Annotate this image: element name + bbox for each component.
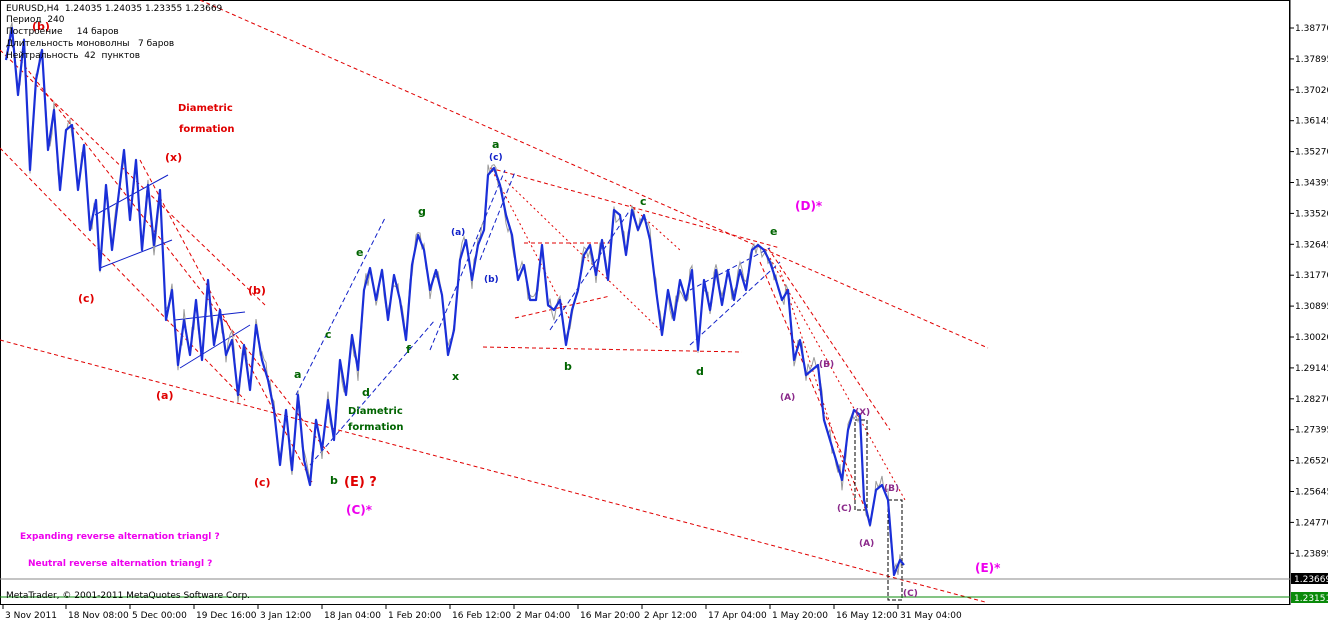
diametric-label-2b: formation <box>348 422 404 433</box>
purple-labels: (B) (A) (X) (C) (B) (A) (C) <box>780 360 918 599</box>
blue-dashed-lines <box>295 169 781 466</box>
label-E-question: (E) ? <box>344 475 377 490</box>
time-tick-label: 16 Feb 12:00 <box>452 611 511 621</box>
time-tick-label: 16 May 12:00 <box>836 611 898 621</box>
price-tick-label: 1.28270 <box>1295 395 1328 405</box>
label-f-green: f <box>406 343 411 356</box>
diametric-green: Diametric formation <box>348 406 404 433</box>
diametric-label-1a: Diametric <box>178 103 233 114</box>
price-tick-label: 1.30020 <box>1295 333 1328 343</box>
label-d-green2: d <box>696 365 704 378</box>
period-line: Период 240 <box>6 15 65 25</box>
current-price-text: 1.23669 <box>1294 575 1328 585</box>
price-tick-label: 1.35270 <box>1295 148 1328 158</box>
diametric-label-1b: formation <box>179 124 235 135</box>
label-b-green: b <box>330 474 338 487</box>
label-e-green2: e <box>770 225 777 238</box>
label-e1: e <box>356 246 363 259</box>
label-C-purple: (C) <box>837 504 852 514</box>
wave-series-blue <box>4 26 905 577</box>
neutral-label: Neutral reverse alternation triangl ? <box>28 559 212 569</box>
price-tick-label: 1.33520 <box>1295 209 1328 219</box>
label-b-blue: (b) <box>484 275 499 285</box>
label-b-mid: (b) <box>248 284 266 297</box>
time-tick-label: 18 Jan 04:00 <box>324 611 381 621</box>
label-c-left: (c) <box>78 292 95 305</box>
label-C2-purple: (C) <box>903 589 918 599</box>
price-series-gray <box>5 22 903 575</box>
time-tick-label: 18 Nov 08:00 <box>68 611 129 621</box>
label-a-left: (a) <box>156 389 173 402</box>
neutrality-line: Нейтральность 42 пунктов <box>6 51 141 61</box>
label-c-top: (c) <box>489 153 503 163</box>
time-tick-label: 1 May 20:00 <box>772 611 828 621</box>
time-tick-label: 3 Jan 12:00 <box>260 611 312 621</box>
label-A2-purple: (A) <box>859 539 874 549</box>
magenta-labels: (C)* (D)* (E)* Expanding reverse alterna… <box>20 199 1001 575</box>
label-b-green2: b <box>564 360 572 373</box>
price-tick-label: 1.30895 <box>1295 302 1328 312</box>
expanding-label: Expanding reverse alternation triangl ? <box>20 532 220 542</box>
time-axis-ticks: 3 Nov 2011 18 Nov 08:00 5 Dec 00:00 19 Dec … <box>2 605 962 621</box>
label-a-blue: (a) <box>451 228 465 238</box>
price-tick-label: 1.23895 <box>1295 549 1328 559</box>
time-tick-label: 5 Dec 00:00 <box>132 611 187 621</box>
time-tick-label: 2 Mar 04:00 <box>516 611 571 621</box>
label-X-purple: (X) <box>855 408 870 418</box>
price-tick-label: 1.29145 <box>1295 364 1328 374</box>
label-x: (x) <box>165 151 182 164</box>
green-labels: g e c a d b f x a b c d e <box>294 138 777 487</box>
label-E-star: (E)* <box>975 561 1001 575</box>
label-g: g <box>418 205 426 218</box>
label-D-star: (D)* <box>795 199 823 213</box>
time-tick-label: 2 Apr 12:00 <box>644 611 697 621</box>
time-tick-label: 17 Apr 04:00 <box>708 611 767 621</box>
label-d-green: d <box>362 386 370 399</box>
support-price-text: 1.23151 <box>1294 594 1328 604</box>
label-a-top: a <box>492 138 499 151</box>
label-c-green2: c <box>640 195 647 208</box>
price-tick-label: 1.24770 <box>1295 518 1328 528</box>
label-x-green: x <box>452 370 459 383</box>
monowave-line: Длительность моноволны 7 баров <box>6 39 175 49</box>
price-tick-label: 1.34395 <box>1295 179 1328 189</box>
label-c-green: c <box>325 328 332 341</box>
label-C-star: (C)* <box>346 503 373 517</box>
label-c-bottom: (c) <box>254 476 271 489</box>
time-tick-label: 3 Nov 2011 <box>5 611 57 621</box>
time-tick-label: 16 Mar 20:00 <box>580 611 640 621</box>
price-tick-label: 1.37020 <box>1295 86 1328 96</box>
price-axis-ticks: 1.38770 1.37895 1.37020 1.36145 1.35270 1.343… <box>1290 24 1328 559</box>
price-tick-label: 1.25645 <box>1295 488 1328 498</box>
price-tick-label: 1.26520 <box>1295 457 1328 467</box>
time-tick-label: 19 Dec 16:00 <box>196 611 257 621</box>
label-A-purple: (A) <box>780 393 795 403</box>
price-tick-label: 1.32645 <box>1295 240 1328 250</box>
plot-border <box>0 0 1290 605</box>
price-tick-label: 1.38770 <box>1295 24 1328 34</box>
label-B-purple: (B) <box>819 360 834 370</box>
time-tick-label: 31 May 04:00 <box>900 611 962 621</box>
build-line: Построение 14 баров <box>6 27 119 37</box>
diametric-red: Diametric formation <box>178 103 235 135</box>
time-tick-label: 1 Feb 20:00 <box>388 611 442 621</box>
copyright-text: MetaTrader, © 2001-2011 MetaQuotes Softw… <box>6 591 251 601</box>
diametric-label-2a: Diametric <box>348 406 403 417</box>
label-B2-purple: (B) <box>884 484 899 494</box>
price-tick-label: 1.36145 <box>1295 117 1328 127</box>
price-tick-label: 1.27395 <box>1295 426 1328 436</box>
label-a-green: a <box>294 368 301 381</box>
price-chart[interactable]: 1.38770 1.37895 1.37020 1.36145 1.35270 1.343… <box>0 0 1328 623</box>
price-tick-label: 1.31770 <box>1295 271 1328 281</box>
price-tick-label: 1.37895 <box>1295 55 1328 65</box>
